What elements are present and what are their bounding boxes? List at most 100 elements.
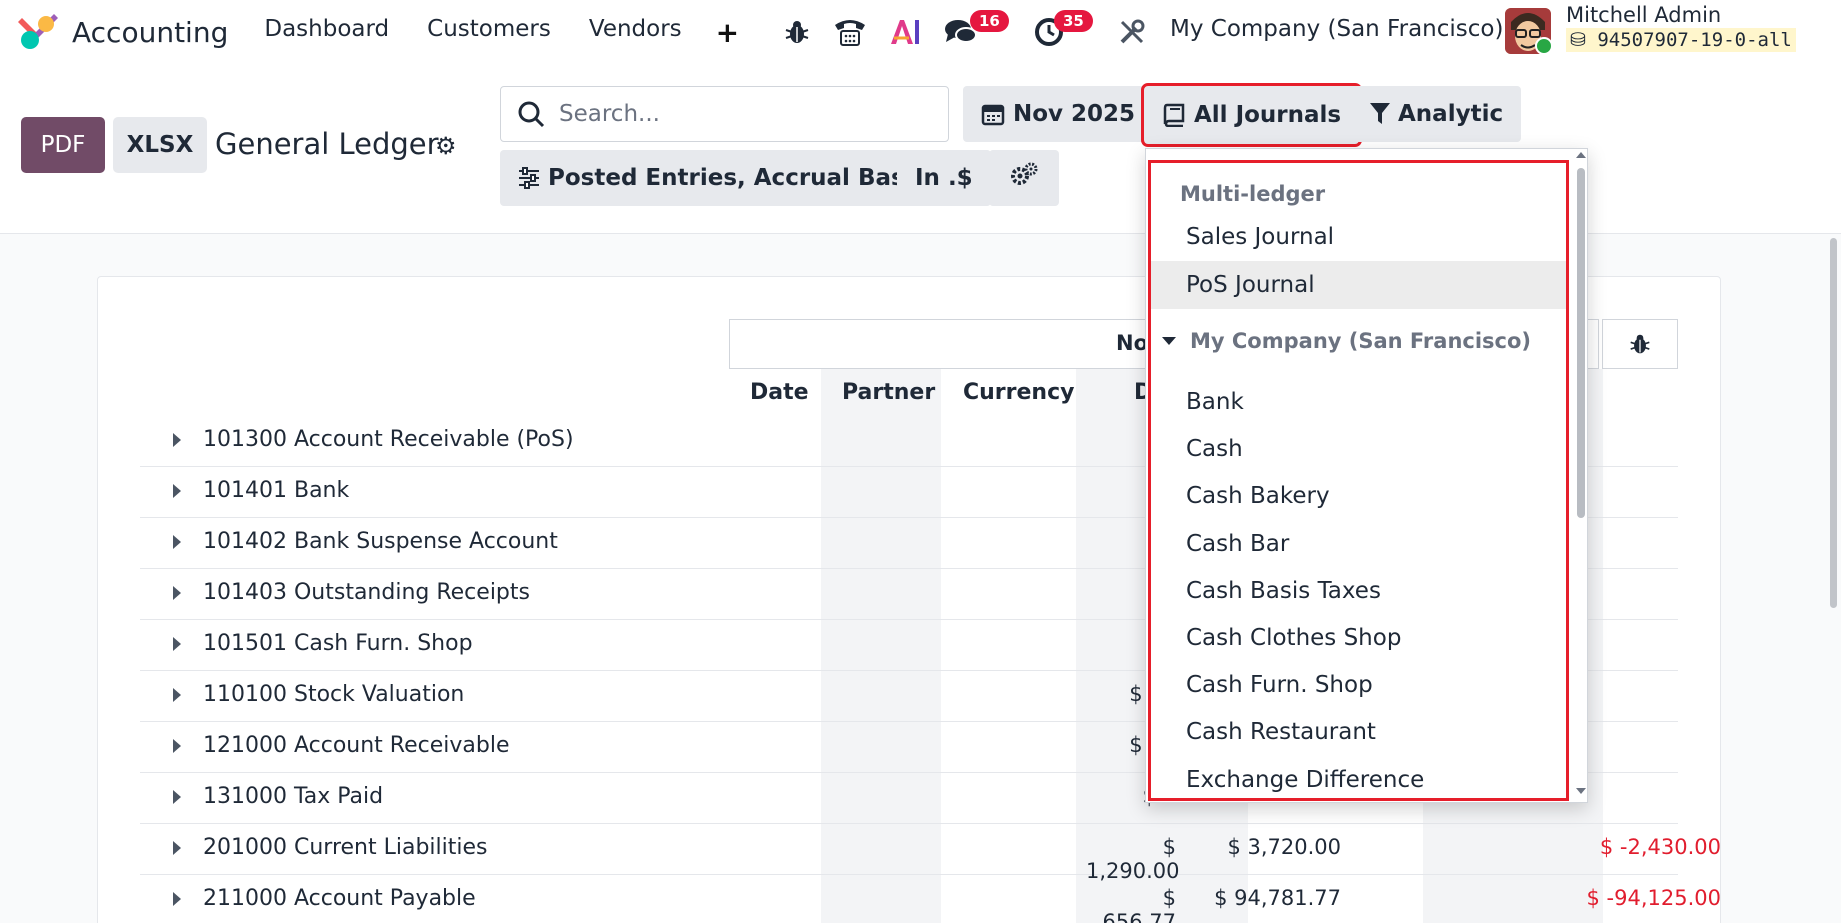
filter-icon: [1370, 103, 1390, 125]
database-name: ⛁ 94507907-19-0-all: [1566, 28, 1796, 52]
group-my-company[interactable]: My Company (San Francisco): [1190, 329, 1531, 353]
account-name: 101403 Outstanding Receipts: [203, 580, 530, 605]
sliders-icon: [518, 167, 540, 189]
account-name: 101501 Cash Furn. Shop: [203, 631, 473, 656]
balance-amount: $ -2,430.00: [1599, 835, 1721, 859]
account-name: 101401 Bank: [203, 478, 350, 503]
expand-caret-icon[interactable]: [173, 535, 181, 549]
journal-item-label: Sales Journal: [1186, 224, 1335, 250]
journal-item-label: Exchange Difference: [1186, 767, 1425, 793]
page-title: General Ledger: [215, 127, 439, 161]
expand-caret-icon[interactable]: [173, 433, 181, 447]
menu-customers[interactable]: Customers: [427, 16, 551, 49]
database-icon: ⛁: [1570, 29, 1598, 51]
search-icon: [518, 101, 545, 128]
expand-caret-icon[interactable]: [173, 637, 181, 651]
options-cogs-button[interactable]: [989, 150, 1059, 206]
app-brand[interactable]: Accounting: [18, 12, 228, 52]
main-menu: Dashboard Customers Vendors +: [264, 16, 777, 49]
currency-filter-button[interactable]: In .$: [897, 150, 991, 206]
user-name[interactable]: Mitchell Admin: [1566, 3, 1721, 27]
journal-item-cash[interactable]: Cash: [1148, 425, 1569, 473]
calendar-icon: [981, 102, 1005, 126]
settings-tools-icon[interactable]: [1118, 0, 1146, 64]
expand-caret-icon[interactable]: [173, 586, 181, 600]
report-settings-gear-icon[interactable]: ⚙: [435, 132, 457, 160]
expand-caret-icon[interactable]: [173, 892, 181, 906]
journal-item-label: Cash Bakery: [1186, 483, 1330, 509]
date-filter-button[interactable]: Nov 2025: [963, 86, 1154, 142]
journal-item-bank[interactable]: Bank: [1148, 378, 1569, 426]
journals-filter-button[interactable]: All Journals: [1140, 83, 1363, 147]
journal-item-sales-journal[interactable]: Sales Journal: [1148, 213, 1569, 261]
journal-item-exchange-difference[interactable]: Exchange Difference: [1148, 756, 1569, 804]
cogs-icon: [1010, 162, 1038, 194]
debug-icon[interactable]: [784, 0, 810, 64]
journal-item-cash-bar[interactable]: Cash Bar: [1148, 520, 1569, 568]
analytic-filter-button[interactable]: Analytic: [1352, 86, 1522, 142]
account-name: 110100 Stock Valuation: [203, 682, 465, 707]
column-header-date: Date: [750, 380, 809, 405]
dropdown-scrollbar-thumb[interactable]: [1577, 168, 1585, 518]
account-name: 201000 Current Liabilities: [203, 835, 488, 860]
account-name: 101300 Account Receivable (PoS): [203, 427, 574, 452]
messages-count-badge: 16: [970, 10, 1009, 32]
scroll-up-arrow-icon[interactable]: [1576, 152, 1586, 158]
expand-caret-icon[interactable]: [173, 841, 181, 855]
journal-item-label: Bank: [1186, 389, 1244, 415]
entries-filter-label: Posted Entries, Accrual Basis: [548, 165, 927, 191]
activities-count-badge: 35: [1054, 10, 1093, 32]
scroll-down-arrow-icon[interactable]: [1576, 788, 1586, 794]
app-name: Accounting: [72, 15, 229, 49]
phone-icon[interactable]: [832, 0, 868, 64]
expand-caret-icon[interactable]: [173, 739, 181, 753]
debug-icon: [1630, 334, 1650, 354]
account-name: 121000 Account Receivable: [203, 733, 510, 758]
entries-filter-button[interactable]: Posted Entries, Accrual Basis: [500, 150, 945, 206]
expand-caret-icon[interactable]: [173, 790, 181, 804]
page-scrollbar-thumb[interactable]: [1830, 238, 1837, 608]
date-filter-label: Nov 2025: [1013, 101, 1136, 127]
journal-item-cash-clothes-shop[interactable]: Cash Clothes Shop: [1148, 614, 1569, 662]
top-navbar: Accounting Dashboard Customers Vendors +…: [0, 0, 1841, 64]
group-multi-ledger: Multi-ledger: [1180, 182, 1326, 206]
xlsx-button[interactable]: XLSX: [113, 117, 207, 173]
journal-item-label: PoS Journal: [1186, 272, 1315, 298]
debit-amount: $ 656.77: [1102, 886, 1176, 923]
quick-create-button[interactable]: +: [716, 16, 739, 49]
journal-item-label: Cash Restaurant: [1186, 719, 1376, 745]
search-input[interactable]: [559, 101, 919, 127]
journal-item-cash-furn-shop[interactable]: Cash Furn. Shop: [1148, 661, 1569, 709]
journal-item-cash-bakery[interactable]: Cash Bakery: [1148, 472, 1569, 520]
debug-column-cell[interactable]: [1602, 319, 1678, 369]
column-header-currency: Currency: [963, 380, 1075, 405]
journal-item-label: Cash Basis Taxes: [1186, 578, 1381, 604]
currency-filter-label: In .$: [915, 165, 973, 191]
menu-vendors[interactable]: Vendors: [589, 16, 682, 49]
database-label: 94507907-19-0-all: [1597, 29, 1792, 51]
ai-icon[interactable]: [889, 0, 921, 64]
expand-caret-icon[interactable]: [173, 688, 181, 702]
journal-item-cash-basis-taxes[interactable]: Cash Basis Taxes: [1148, 567, 1569, 615]
journals-filter-label: All Journals: [1194, 102, 1342, 128]
column-header-partner: Partner: [842, 380, 936, 405]
pdf-button[interactable]: PDF: [21, 117, 105, 173]
journal-item-label: Cash Bar: [1186, 531, 1290, 557]
company-switcher[interactable]: My Company (San Francisco): [1170, 16, 1503, 42]
period-header-label: No: [1116, 331, 1149, 355]
credit-amount: $ 94,781.77: [1214, 886, 1341, 910]
search-box[interactable]: [500, 86, 949, 142]
ledger-row[interactable]: 211000 Account Payable $ 656.77 $ 94,781.7…: [140, 875, 1721, 923]
collapse-caret-icon[interactable]: [1162, 337, 1176, 345]
menu-dashboard[interactable]: Dashboard: [264, 16, 389, 49]
credit-amount: $ 3,720.00: [1227, 835, 1341, 859]
book-icon: [1162, 103, 1186, 127]
journal-item-cash-restaurant[interactable]: Cash Restaurant: [1148, 708, 1569, 756]
expand-caret-icon[interactable]: [173, 484, 181, 498]
activities-icon[interactable]: [1034, 0, 1064, 64]
ledger-row[interactable]: 201000 Current Liabilities $ 1,290.00 $ 3,…: [140, 824, 1721, 883]
online-status-dot: [1535, 37, 1553, 55]
messages-icon[interactable]: [944, 0, 978, 64]
journal-item-pos-journal[interactable]: PoS Journal: [1148, 261, 1569, 309]
journal-item-label: Cash: [1186, 436, 1243, 462]
